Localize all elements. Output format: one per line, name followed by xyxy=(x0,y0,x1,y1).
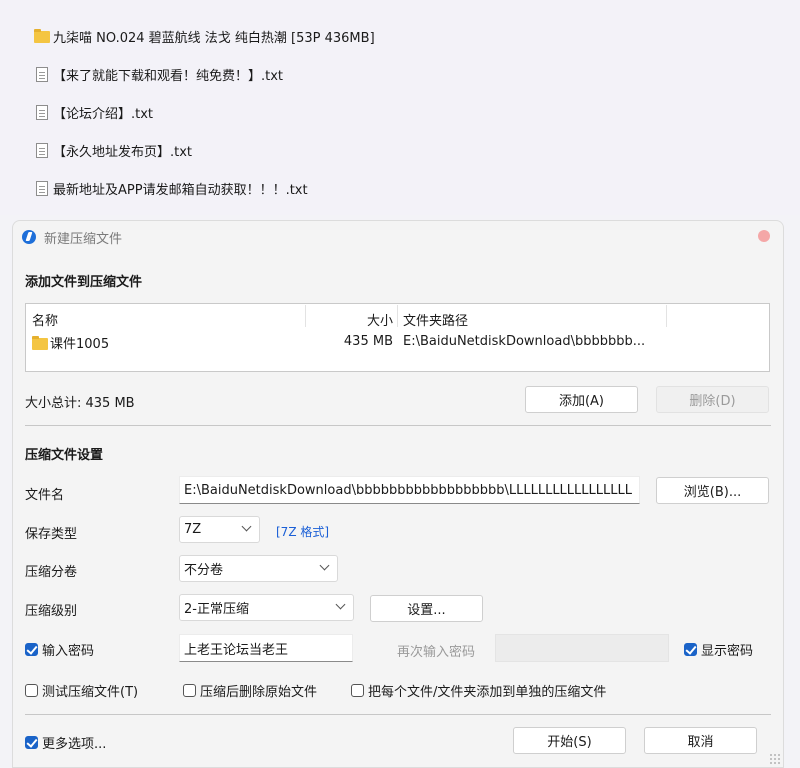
divider xyxy=(25,425,771,426)
chevron-down-icon xyxy=(241,522,253,534)
column-divider[interactable] xyxy=(666,305,667,327)
column-divider[interactable] xyxy=(397,305,398,327)
file-name: 【论坛介绍】.txt xyxy=(53,106,154,122)
delete-after-checkbox[interactable]: 压缩后删除原始文件 xyxy=(183,681,317,700)
checkbox-checked-icon xyxy=(25,736,38,749)
list-item[interactable]: 【永久地址发布页】.txt xyxy=(34,138,192,162)
total-size-label: 大小总计: 435 MB xyxy=(25,396,135,411)
cancel-button[interactable]: 取消 xyxy=(644,727,757,754)
table-row[interactable]: 课件1005 xyxy=(32,333,109,352)
checkbox-empty-icon xyxy=(25,684,38,697)
list-item[interactable]: 【来了就能下载和观看！纯免费！】.txt xyxy=(34,62,283,86)
new-archive-dialog: 新建压缩文件 添加文件到压缩文件 名称 大小 文件夹路径 课件1005 435 … xyxy=(12,220,784,768)
more-options-label: 更多选项... xyxy=(42,737,107,752)
level-value: 2-正常压缩 xyxy=(184,602,249,617)
show-password-label: 显示密码 xyxy=(701,644,754,659)
checkbox-checked-icon xyxy=(25,643,38,656)
app-logo-icon xyxy=(22,230,36,244)
file-name: 最新地址及APP请发邮箱自动获取！！！.txt xyxy=(53,182,308,198)
chevron-down-icon xyxy=(335,600,347,612)
chevron-down-icon xyxy=(319,561,331,573)
filename-input[interactable]: E:\BaiduNetdiskDownload\bbbbbbbbbbbbbbbb… xyxy=(179,476,640,504)
level-label: 压缩级别 xyxy=(25,604,78,619)
save-type-label: 保存类型 xyxy=(25,527,78,542)
split-select[interactable]: 不分卷 xyxy=(179,555,338,582)
column-divider[interactable] xyxy=(305,305,306,327)
test-archive-label: 测试压缩文件(T) xyxy=(42,685,139,700)
folder-icon xyxy=(34,28,50,44)
save-type-select[interactable]: 7Z xyxy=(179,516,260,543)
divider xyxy=(25,714,771,715)
more-options-checkbox[interactable]: 更多选项... xyxy=(25,733,106,752)
column-header-name[interactable]: 名称 xyxy=(32,310,58,329)
password-repeat-label: 再次输入密码 xyxy=(397,645,476,660)
list-item[interactable]: 【论坛介绍】.txt xyxy=(34,100,153,124)
text-file-icon xyxy=(36,66,48,82)
text-file-icon xyxy=(36,180,48,196)
text-file-icon xyxy=(36,142,48,158)
separate-archives-checkbox[interactable]: 把每个文件/文件夹添加到单独的压缩文件 xyxy=(351,681,606,700)
title-bar[interactable]: 新建压缩文件 xyxy=(13,221,783,251)
file-list: 九柒喵 NO.024 碧蓝航线 法戈 纯白热潮 [53P 436MB] 【来了就… xyxy=(0,0,800,215)
file-name: 【永久地址发布页】.txt xyxy=(53,144,193,160)
password-label: 输入密码 xyxy=(42,644,95,659)
checkbox-empty-icon xyxy=(351,684,364,697)
show-password-checkbox[interactable]: 显示密码 xyxy=(684,640,753,659)
list-item[interactable]: 九柒喵 NO.024 碧蓝航线 法戈 纯白热潮 [53P 436MB] xyxy=(34,24,375,48)
browse-button[interactable]: 浏览(B)... xyxy=(656,477,769,504)
column-header-size[interactable]: 大小 xyxy=(359,310,393,329)
format-hint: [7Z 格式] xyxy=(276,525,330,539)
password-checkbox[interactable]: 输入密码 xyxy=(25,640,94,659)
add-section-title: 添加文件到压缩文件 xyxy=(25,275,143,290)
test-archive-checkbox[interactable]: 测试压缩文件(T) xyxy=(25,681,138,700)
column-header-path[interactable]: 文件夹路径 xyxy=(403,310,468,329)
save-type-value: 7Z xyxy=(184,522,202,537)
split-value: 不分卷 xyxy=(184,563,224,578)
level-select[interactable]: 2-正常压缩 xyxy=(179,594,354,621)
checkbox-empty-icon xyxy=(183,684,196,697)
folder-icon xyxy=(32,335,48,351)
settings-section-title: 压缩文件设置 xyxy=(25,448,104,463)
delete-button[interactable]: 删除(D) xyxy=(656,386,769,413)
separate-archives-label: 把每个文件/文件夹添加到单独的压缩文件 xyxy=(368,685,607,700)
file-name: 【来了就能下载和观看！纯免费！】.txt xyxy=(53,68,284,84)
row-path: E:\BaiduNetdiskDownload\bbbbbbb... xyxy=(403,334,646,349)
add-button[interactable]: 添加(A) xyxy=(525,386,638,413)
settings-button[interactable]: 设置... xyxy=(370,595,483,622)
split-label: 压缩分卷 xyxy=(25,565,78,580)
dialog-title: 新建压缩文件 xyxy=(44,232,123,247)
start-button[interactable]: 开始(S) xyxy=(513,727,626,754)
list-item[interactable]: 最新地址及APP请发邮箱自动获取！！！.txt xyxy=(34,176,308,200)
row-name: 课件1005 xyxy=(50,337,110,352)
filename-label: 文件名 xyxy=(25,488,65,503)
filename-value: E:\BaiduNetdiskDownload\bbbbbbbbbbbbbbbb… xyxy=(184,482,632,498)
row-size: 435 MB xyxy=(343,334,393,349)
delete-after-label: 压缩后删除原始文件 xyxy=(200,685,318,700)
resize-grip-icon[interactable] xyxy=(769,753,781,765)
password-value: 上老王论坛当老王 xyxy=(184,642,289,658)
close-icon[interactable] xyxy=(758,230,770,242)
file-name: 九柒喵 NO.024 碧蓝航线 法戈 纯白热潮 [53P 436MB] xyxy=(53,30,375,46)
checkbox-checked-icon xyxy=(684,643,697,656)
text-file-icon xyxy=(36,104,48,120)
password-repeat-input[interactable] xyxy=(495,634,669,662)
file-table[interactable]: 名称 大小 文件夹路径 课件1005 435 MB E:\BaiduNetdis… xyxy=(25,303,770,372)
password-input[interactable]: 上老王论坛当老王 xyxy=(179,634,353,662)
